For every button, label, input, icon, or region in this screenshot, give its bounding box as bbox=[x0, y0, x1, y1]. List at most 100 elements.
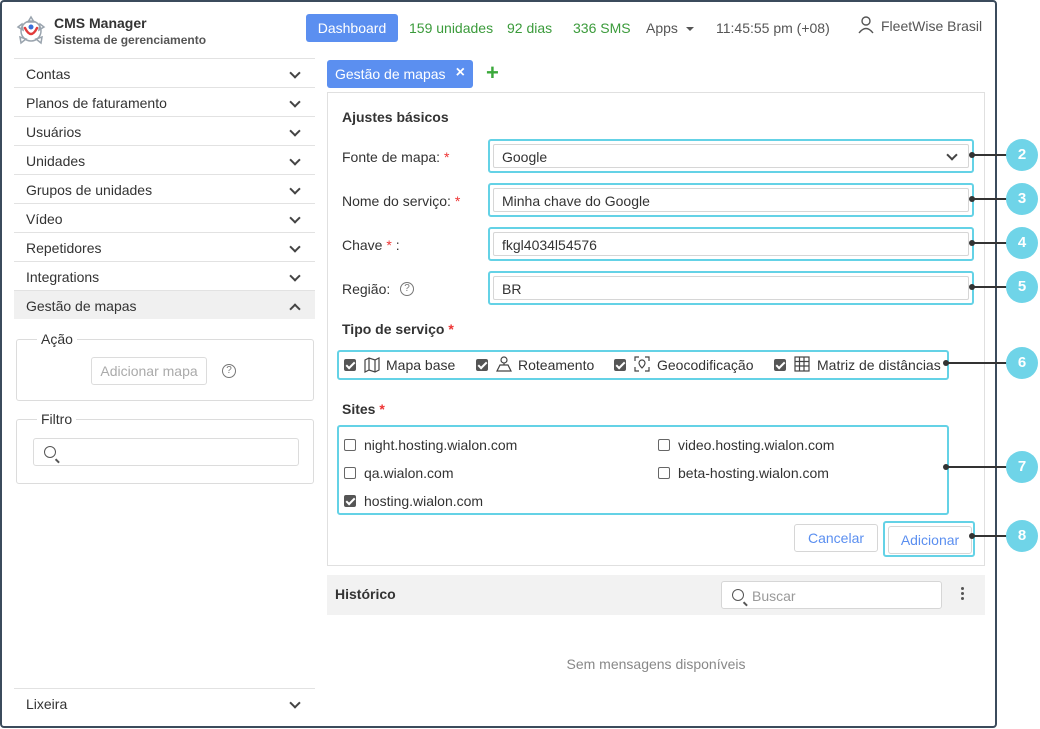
apps-label: Apps bbox=[646, 20, 678, 36]
map-form-panel: Ajustes básicos Fonte de mapa: * Google … bbox=[327, 92, 985, 566]
chevron-up-icon bbox=[289, 303, 301, 315]
sidebar-item-label: Unidades bbox=[26, 153, 86, 169]
sidebar-item-gestao-mapas[interactable]: Gestão de mapas bbox=[14, 290, 315, 319]
history-bar: Histórico Buscar bbox=[327, 575, 985, 615]
service-type-label: Roteamento bbox=[518, 357, 595, 373]
sidebar-item-label: Repetidores bbox=[26, 240, 102, 256]
sidebar-item-label: Vídeo bbox=[26, 211, 63, 227]
sites-title: Sites * bbox=[342, 401, 385, 417]
chevron-down-icon bbox=[289, 96, 301, 108]
service-type-checkbox[interactable] bbox=[774, 359, 786, 371]
chevron-down-icon bbox=[289, 154, 301, 166]
sidebar-item-label: Usuários bbox=[26, 124, 82, 140]
days-count[interactable]: 92 dias bbox=[507, 20, 552, 36]
sidebar-item-label: Integrations bbox=[26, 269, 100, 285]
region-highlight: BR bbox=[488, 271, 974, 305]
callout-dot bbox=[969, 284, 975, 290]
app-subtitle: Sistema de gerenciamento bbox=[54, 33, 207, 47]
callout-line bbox=[946, 466, 1008, 468]
close-icon[interactable]: × bbox=[456, 65, 465, 81]
apps-menu[interactable]: Apps bbox=[646, 20, 694, 36]
sidebar-item-label: Planos de faturamento bbox=[26, 95, 167, 111]
history-title: Histórico bbox=[335, 586, 396, 602]
chevron-down-icon bbox=[289, 125, 301, 137]
sidebar-item-repetidores[interactable]: Repetidores bbox=[14, 232, 315, 261]
sidebar-item-integrations[interactable]: Integrations bbox=[14, 261, 315, 290]
key-input[interactable]: fkgl4034l54576 bbox=[493, 232, 969, 256]
site-checkbox[interactable] bbox=[658, 467, 670, 479]
chevron-down-icon bbox=[289, 697, 301, 709]
callout-dot bbox=[943, 360, 949, 366]
help-icon[interactable]: ? bbox=[222, 364, 236, 378]
callout-dot bbox=[969, 533, 975, 539]
site-checkbox[interactable] bbox=[344, 495, 356, 507]
site-label: night.hosting.wialon.com bbox=[364, 437, 518, 453]
map-icon bbox=[364, 357, 380, 373]
sidebar-item-unidades[interactable]: Unidades bbox=[14, 145, 315, 174]
sidebar: Contas Planos de faturamento Usuários Un… bbox=[14, 58, 315, 726]
chevron-down-icon bbox=[289, 241, 301, 253]
sidebar-item-lixeira[interactable]: Lixeira bbox=[14, 688, 315, 717]
sidebar-item-contas[interactable]: Contas bbox=[14, 58, 315, 87]
chevron-down-icon bbox=[685, 27, 694, 32]
chevron-down-icon bbox=[946, 149, 958, 161]
callout-badge-8: 8 bbox=[1006, 520, 1038, 552]
sidebar-item-video[interactable]: Vídeo bbox=[14, 203, 315, 232]
sidebar-item-grupos[interactable]: Grupos de unidades bbox=[14, 174, 315, 203]
key-highlight: fkgl4034l54576 bbox=[488, 227, 974, 261]
tab-gestao-mapas[interactable]: Gestão de mapas × bbox=[327, 60, 473, 88]
clock: 11:45:55 pm (+08) bbox=[716, 20, 830, 36]
grid-icon bbox=[794, 356, 810, 372]
callout-line bbox=[946, 362, 1008, 364]
callout-line bbox=[972, 198, 1008, 200]
service-type-checkbox[interactable] bbox=[476, 359, 488, 371]
search-icon bbox=[732, 589, 744, 601]
add-tab-icon[interactable]: + bbox=[486, 62, 499, 84]
sidebar-item-label: Contas bbox=[26, 66, 71, 82]
chevron-down-icon bbox=[289, 67, 301, 79]
site-checkbox[interactable] bbox=[344, 439, 356, 451]
sms-count[interactable]: 336 SMS bbox=[573, 20, 631, 36]
site-checkbox[interactable] bbox=[344, 467, 356, 479]
user-icon[interactable] bbox=[858, 16, 874, 34]
chevron-down-icon bbox=[289, 183, 301, 195]
key-label: Chave * : bbox=[342, 237, 400, 253]
units-count[interactable]: 159 unidades bbox=[409, 20, 493, 36]
site-checkbox[interactable] bbox=[658, 439, 670, 451]
service-type-checkbox[interactable] bbox=[614, 359, 626, 371]
map-source-label: Fonte de mapa: * bbox=[342, 149, 450, 165]
add-map-button[interactable]: Adicionar mapa bbox=[91, 357, 207, 385]
region-input[interactable]: BR bbox=[493, 276, 969, 300]
callout-badge-2: 2 bbox=[1006, 139, 1038, 171]
service-type-label: Geocodificação bbox=[657, 357, 754, 373]
service-name-highlight: Minha chave do Google bbox=[488, 183, 974, 217]
service-type-title: Tipo de serviço * bbox=[342, 321, 454, 337]
sidebar-item-planos[interactable]: Planos de faturamento bbox=[14, 87, 315, 116]
service-name-input[interactable]: Minha chave do Google bbox=[493, 188, 969, 212]
help-icon[interactable]: ? bbox=[400, 282, 414, 296]
map-source-highlight: Google bbox=[488, 139, 974, 173]
submit-highlight: Adicionar bbox=[883, 521, 975, 557]
chevron-down-icon bbox=[289, 270, 301, 282]
site-label: hosting.wialon.com bbox=[364, 493, 484, 509]
region-label: Região: bbox=[342, 281, 391, 297]
history-search-input[interactable]: Buscar bbox=[721, 581, 942, 609]
search-icon bbox=[44, 446, 56, 458]
filter-search-input[interactable] bbox=[33, 438, 299, 466]
search-placeholder: Buscar bbox=[752, 588, 796, 604]
service-type-label: Matriz de distâncias bbox=[817, 357, 941, 373]
sidebar-item-usuarios[interactable]: Usuários bbox=[14, 116, 315, 145]
user-name[interactable]: FleetWise Brasil bbox=[881, 18, 982, 34]
cancel-button[interactable]: Cancelar bbox=[794, 524, 878, 552]
add-button[interactable]: Adicionar bbox=[888, 526, 972, 554]
callout-badge-4: 4 bbox=[1006, 227, 1038, 259]
action-fieldset: Ação Adicionar mapa ? bbox=[16, 331, 314, 401]
callout-dot bbox=[969, 196, 975, 202]
service-type-checkbox[interactable] bbox=[344, 359, 356, 371]
more-options-icon[interactable] bbox=[961, 587, 965, 603]
top-header: CMS Manager Sistema de gerenciamento Das… bbox=[2, 2, 995, 58]
callout-badge-7: 7 bbox=[1006, 451, 1038, 483]
map-source-select[interactable]: Google bbox=[493, 144, 969, 168]
callout-badge-5: 5 bbox=[1006, 271, 1038, 303]
dashboard-button[interactable]: Dashboard bbox=[306, 14, 398, 42]
